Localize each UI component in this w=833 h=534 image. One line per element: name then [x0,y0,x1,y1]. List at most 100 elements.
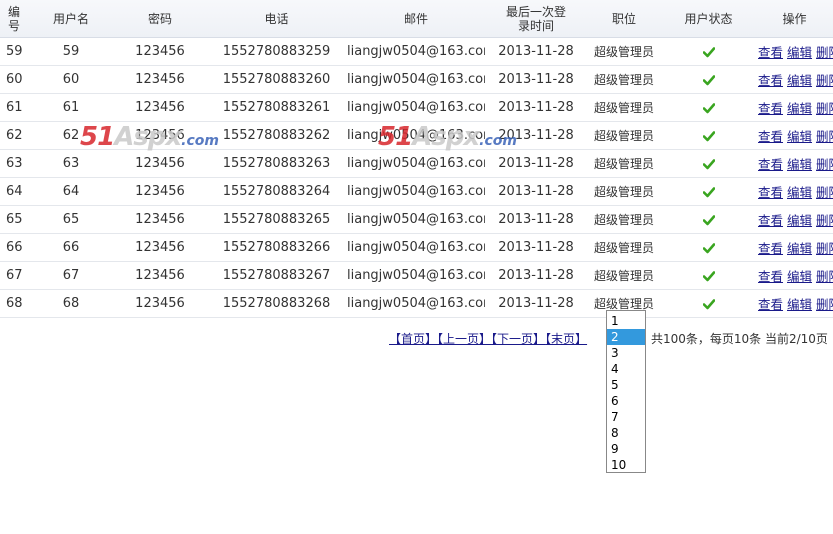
cell-last-login: 2013-11-28 [485,93,587,122]
cell-email: liangjw0504@163.com [347,289,485,318]
page-select-dropdown[interactable]: 1 2 3 4 5 6 7 8 9 10 [606,310,646,473]
view-link[interactable]: 查看 [758,297,783,312]
edit-link[interactable]: 编辑 [787,157,812,172]
page-option[interactable]: 9 [607,441,645,457]
delete-link[interactable]: 删除 [816,129,833,144]
cell-password: 123456 [114,37,206,66]
edit-link[interactable]: 编辑 [787,101,812,116]
cell-id: 63 [0,149,28,178]
cell-position: 超级管理员 [587,37,661,66]
header-last-login: 最后一次登录时间 [485,0,587,38]
delete-link[interactable]: 删除 [816,45,833,60]
view-link[interactable]: 查看 [758,45,783,60]
cell-phone: 1552780883261 [206,93,347,122]
header-id: 编号 [0,0,28,38]
cell-password: 123456 [114,93,206,122]
delete-link[interactable]: 删除 [816,101,833,116]
edit-link[interactable]: 编辑 [787,241,812,256]
page-option[interactable]: 2 [607,329,645,345]
last-page-link[interactable]: 【末页】 [545,332,587,346]
checkmark-icon [702,298,715,310]
cell-position: 超级管理员 [587,149,661,178]
checkmark-icon [702,102,715,114]
checkmark-icon [702,214,715,226]
cell-last-login: 2013-11-28 [485,37,587,66]
cell-password: 123456 [114,149,206,178]
delete-link[interactable]: 删除 [816,297,833,312]
table-row: 59 59 123456 1552780883259 liangjw0504@163.c… [0,37,833,66]
checkmark-icon [702,130,715,142]
checkmark-icon [702,74,715,86]
cell-username: 60 [28,65,114,94]
cell-actions: 查看编辑删除 [756,233,833,262]
page-option[interactable]: 7 [607,409,645,425]
user-table: 编号 用户名 密码 电话 邮件 最后一次登录时间 职位 用户状态 操作 59 59… [0,0,833,318]
cell-username: 63 [28,149,114,178]
page-option[interactable]: 8 [607,425,645,441]
view-link[interactable]: 查看 [758,213,783,228]
table-row: 64 64 123456 1552780883264 liangjw0504@163.c… [0,177,833,206]
next-page-link[interactable]: 【下一页】 [491,332,545,346]
cell-last-login: 2013-11-28 [485,261,587,290]
checkmark-icon [702,270,715,282]
table-row: 67 67 123456 1552780883267 liangjw0504@163.c… [0,261,833,290]
edit-link[interactable]: 编辑 [787,45,812,60]
cell-position: 超级管理员 [587,261,661,290]
cell-email: liangjw0504@163.com [347,93,485,122]
edit-link[interactable]: 编辑 [787,213,812,228]
page-option[interactable]: 5 [607,377,645,393]
cell-last-login: 2013-11-28 [485,233,587,262]
checkmark-icon [702,242,715,254]
edit-link[interactable]: 编辑 [787,129,812,144]
view-link[interactable]: 查看 [758,157,783,172]
cell-position: 超级管理员 [587,121,661,150]
prev-page-link[interactable]: 【上一页】 [437,332,491,346]
cell-status [661,289,756,318]
header-password: 密码 [114,0,206,38]
checkmark-icon [702,46,715,58]
edit-link[interactable]: 编辑 [787,185,812,200]
view-link[interactable]: 查看 [758,129,783,144]
delete-link[interactable]: 删除 [816,213,833,228]
page-option[interactable]: 6 [607,393,645,409]
cell-actions: 查看编辑删除 [756,261,833,290]
page-option[interactable]: 1 [607,313,645,329]
cell-last-login: 2013-11-28 [485,65,587,94]
cell-password: 123456 [114,121,206,150]
page-option[interactable]: 3 [607,345,645,361]
edit-link[interactable]: 编辑 [787,73,812,88]
view-link[interactable]: 查看 [758,73,783,88]
cell-phone: 1552780883268 [206,289,347,318]
delete-link[interactable]: 删除 [816,269,833,284]
view-link[interactable]: 查看 [758,101,783,116]
cell-id: 61 [0,93,28,122]
cell-password: 123456 [114,65,206,94]
header-username: 用户名 [28,0,114,38]
delete-link[interactable]: 删除 [816,241,833,256]
page-option[interactable]: 10 [607,457,645,473]
cell-id: 62 [0,121,28,150]
cell-actions: 查看编辑删除 [756,149,833,178]
table-row: 62 62 123456 1552780883262 liangjw0504@163.c… [0,121,833,150]
cell-last-login: 2013-11-28 [485,149,587,178]
delete-link[interactable]: 删除 [816,157,833,172]
cell-email: liangjw0504@163.com [347,205,485,234]
table-row: 68 68 123456 1552780883268 liangjw0504@163.c… [0,289,833,318]
cell-actions: 查看编辑删除 [756,205,833,234]
view-link[interactable]: 查看 [758,269,783,284]
table-row: 66 66 123456 1552780883266 liangjw0504@163.c… [0,233,833,262]
cell-password: 123456 [114,233,206,262]
cell-phone: 1552780883266 [206,233,347,262]
edit-link[interactable]: 编辑 [787,269,812,284]
view-link[interactable]: 查看 [758,185,783,200]
cell-status [661,121,756,150]
page-option[interactable]: 4 [607,361,645,377]
delete-link[interactable]: 删除 [816,185,833,200]
view-link[interactable]: 查看 [758,241,783,256]
header-email: 邮件 [347,0,485,38]
edit-link[interactable]: 编辑 [787,297,812,312]
first-page-link[interactable]: 【首页】 [389,332,437,346]
cell-actions: 查看编辑删除 [756,121,833,150]
delete-link[interactable]: 删除 [816,73,833,88]
cell-position: 超级管理员 [587,233,661,262]
